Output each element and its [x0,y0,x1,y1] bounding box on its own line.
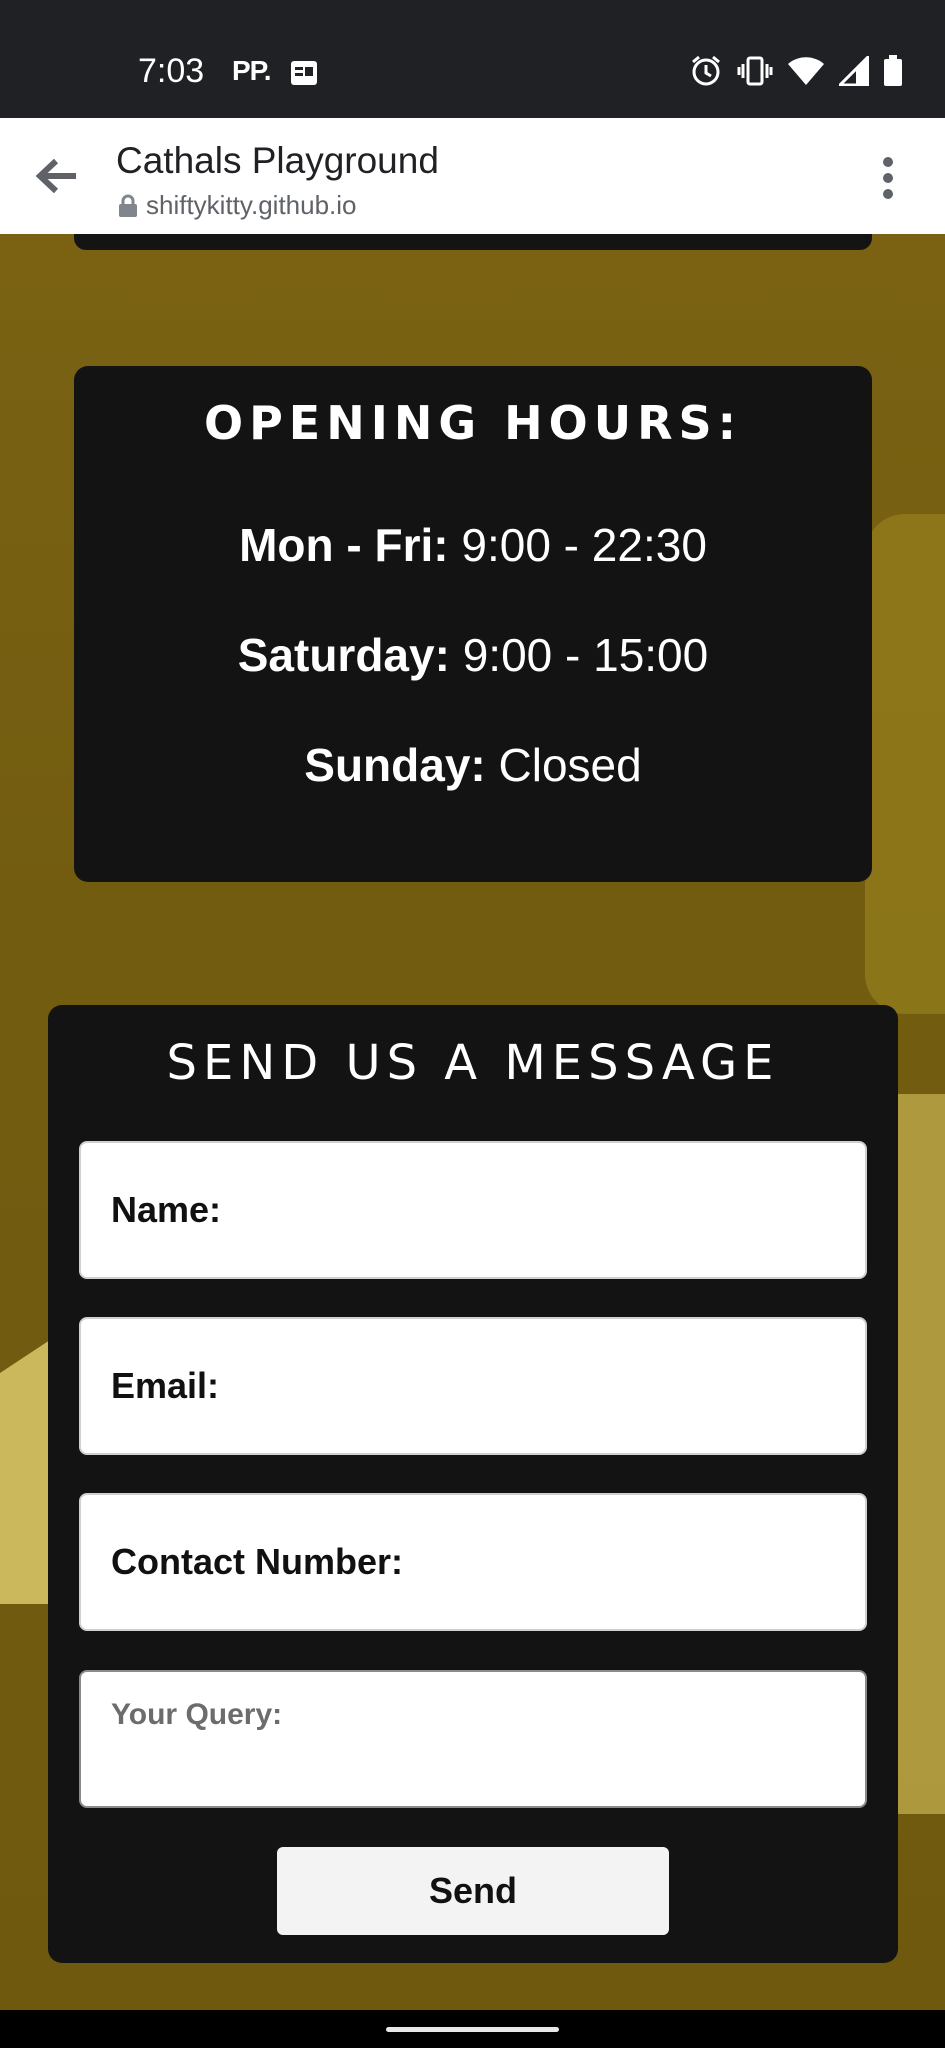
hours-line-saturday: Saturday: 9:00 - 15:00 [74,628,872,682]
status-icons [689,53,903,93]
status-bar: 7:03 PP. [0,0,945,118]
vibrate-icon [737,56,773,91]
hours-time: Closed [498,739,642,791]
email-label: Email: [111,1365,220,1406]
page-content: OPENING HOURS: Mon - Fri: 9:00 - 22:30 S… [0,234,945,2010]
hours-line-sunday: Sunday: Closed [74,738,872,792]
name-label: Name: [111,1189,222,1230]
url-bar[interactable]: shiftykitty.github.io [118,190,357,221]
opening-hours-list: Mon - Fri: 9:00 - 22:30 Saturday: 9:00 -… [74,518,872,792]
lock-icon [119,194,137,217]
system-nav-bar [0,2010,945,2048]
home-gesture-handle[interactable] [386,2027,559,2032]
news-icon [291,61,317,85]
query-textarea[interactable]: Your Query: [79,1670,867,1808]
browser-toolbar: Cathals Playground shiftykitty.github.io [0,118,945,234]
contact-number-field[interactable]: Contact Number: [79,1493,867,1631]
hours-line-weekdays: Mon - Fri: 9:00 - 22:30 [74,518,872,572]
alarm-icon [689,54,723,93]
more-vert-icon[interactable] [881,156,895,200]
page-title[interactable]: Cathals Playground [116,140,439,182]
previous-section-card [74,234,872,250]
battery-icon [883,55,903,92]
query-placeholder: Your Query: [111,1698,283,1731]
message-form-card: SEND US A MESSAGE Name: Email: Contact N… [48,1005,898,1963]
background-photo [865,514,945,1014]
wifi-icon [787,56,825,91]
carrier-label: PP. [232,55,272,86]
status-time: 7:03 [138,52,205,90]
signal-icon [836,53,870,91]
name-field[interactable]: Name: [79,1141,867,1279]
hours-time: 9:00 - 22:30 [461,519,707,571]
opening-hours-card: OPENING HOURS: Mon - Fri: 9:00 - 22:30 S… [74,366,872,882]
email-field[interactable]: Email: [79,1317,867,1455]
hours-day: Mon - Fri: [239,519,449,571]
url-text: shiftykitty.github.io [146,190,357,220]
opening-hours-title: OPENING HOURS: [203,396,743,450]
hours-day: Saturday: [237,629,450,681]
send-button[interactable]: Send [277,1847,669,1935]
contact-number-label: Contact Number: [111,1541,404,1582]
hours-day: Sunday: [304,739,486,791]
back-arrow-icon[interactable] [34,156,78,196]
message-form-title: SEND US A MESSAGE [166,1035,780,1091]
hours-time: 9:00 - 15:00 [462,629,709,681]
